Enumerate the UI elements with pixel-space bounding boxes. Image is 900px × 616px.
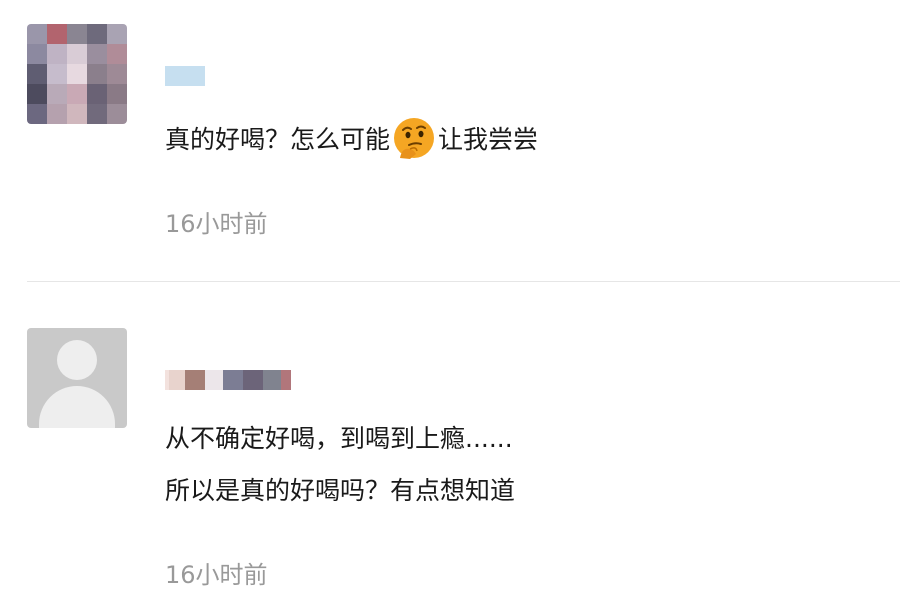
username-blurred[interactable] xyxy=(165,370,291,390)
comment-text: 真的好喝？怎么可能 让我尝尝 xyxy=(165,115,538,165)
comment-timestamp: 16小时前 xyxy=(165,561,268,589)
comment-item: 真的好喝？怎么可能 让我尝尝 16小时前 xyxy=(0,0,900,281)
user-avatar[interactable] xyxy=(27,24,127,124)
avatar-image xyxy=(27,24,127,124)
thinking-face-icon xyxy=(394,118,435,159)
comment-text-line: 从不确定好喝，到喝到上瘾...... xyxy=(165,424,513,453)
default-avatar-icon[interactable] xyxy=(27,328,127,428)
comment-text-part: 让我尝尝 xyxy=(438,125,539,154)
comment-text-line: 所以是真的好喝吗？有点想知道 xyxy=(165,476,516,505)
comment-list: 真的好喝？怎么可能 让我尝尝 16小时前 从不确定好喝，到喝到上瘾...... … xyxy=(0,0,900,616)
comment-item: 从不确定好喝，到喝到上瘾...... 所以是真的好喝吗？有点想知道 16小时前 xyxy=(0,282,900,616)
comment-text-part: 真的好喝？怎么可能 xyxy=(165,125,391,154)
username-blurred[interactable] xyxy=(165,66,205,86)
comment-timestamp: 16小时前 xyxy=(165,210,268,238)
